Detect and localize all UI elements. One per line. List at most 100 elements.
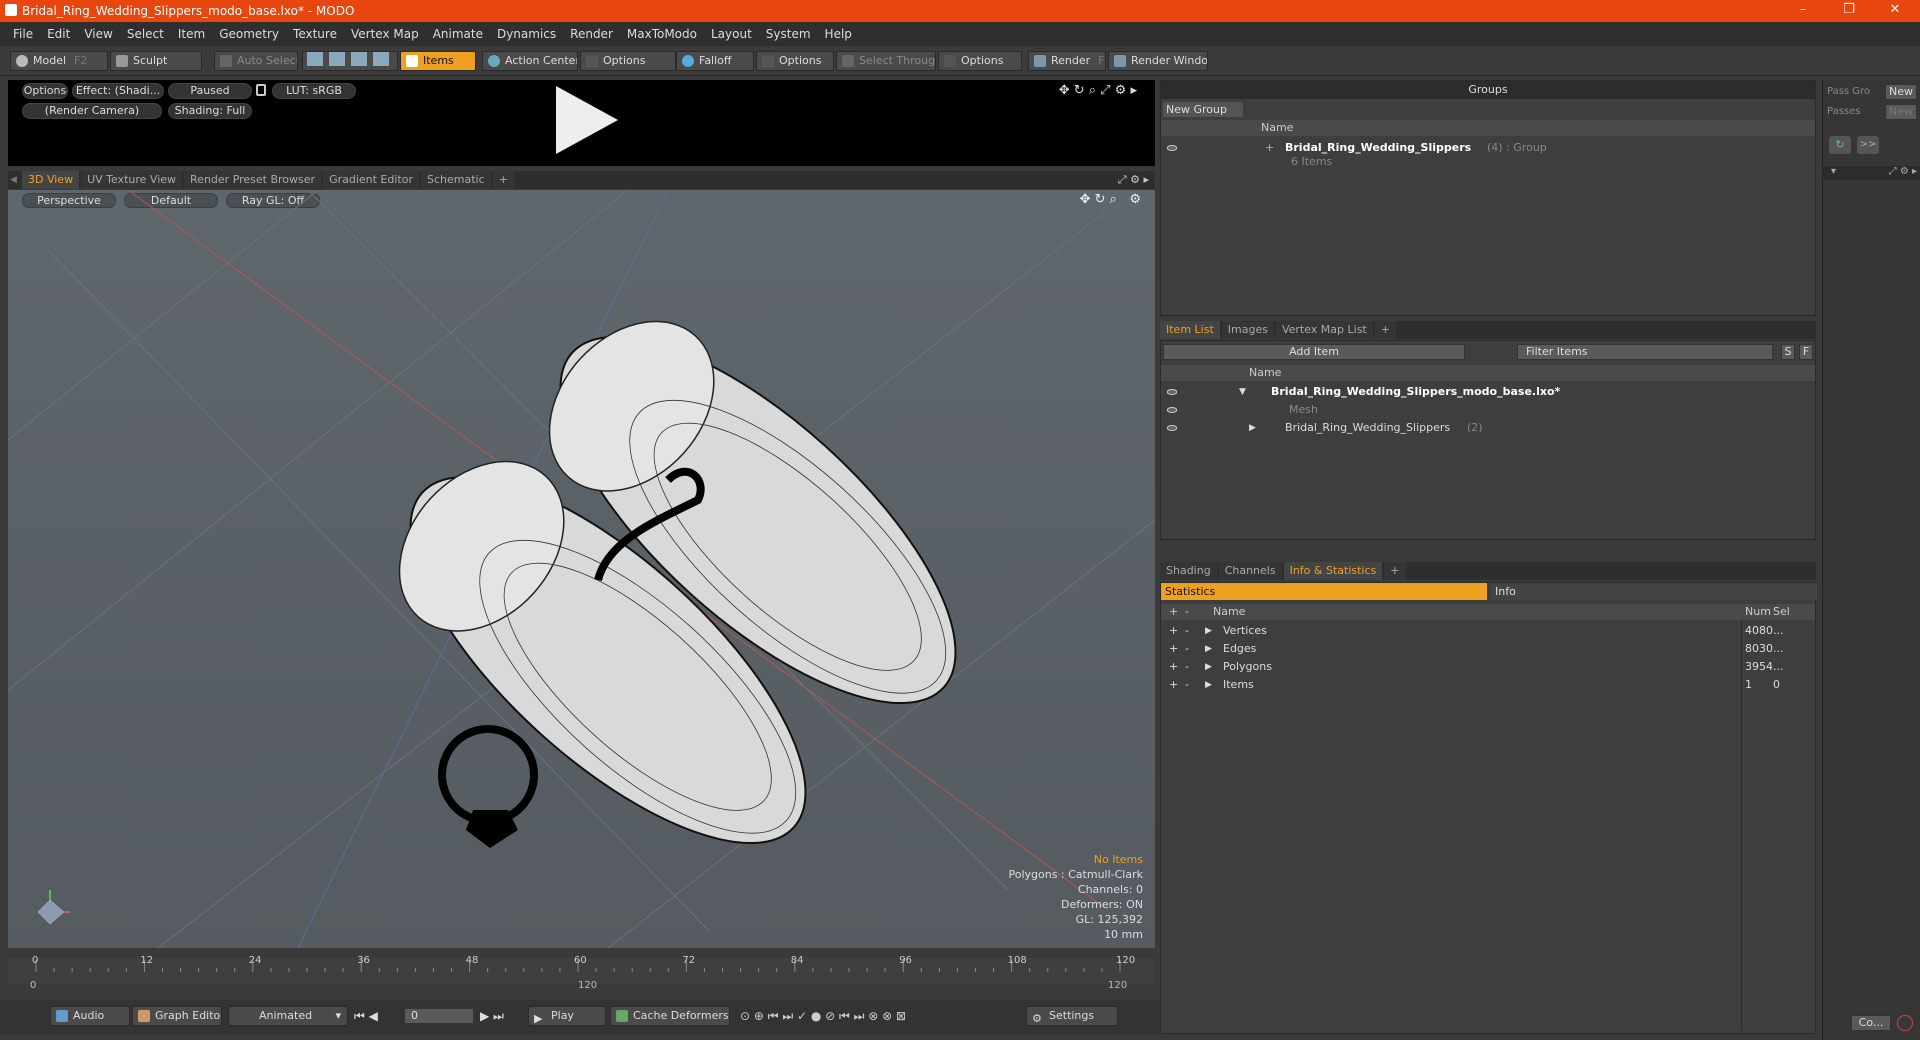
- items-mode-button[interactable]: Items: [400, 51, 476, 71]
- add-item-button[interactable]: Add Item: [1163, 344, 1465, 360]
- tab-gradient-editor[interactable]: Gradient Editor: [323, 171, 419, 189]
- expand-icon[interactable]: ▶: [1205, 658, 1212, 676]
- add-info-tab-button[interactable]: +: [1384, 562, 1406, 580]
- add-tab-button[interactable]: +: [492, 171, 514, 189]
- menu-animate[interactable]: Animate: [433, 27, 483, 41]
- new-pass-button[interactable]: New: [1885, 104, 1917, 120]
- menu-layout[interactable]: Layout: [711, 27, 752, 41]
- visibility-eye-icon[interactable]: [1167, 389, 1177, 395]
- render-button[interactable]: RenderF9: [1028, 51, 1106, 71]
- lut-dropdown[interactable]: LUT: sRGB: [272, 83, 356, 99]
- tab-schematic[interactable]: Schematic: [421, 171, 491, 189]
- list-item[interactable]: Mesh: [1161, 401, 1815, 419]
- 3d-viewport[interactable]: Perspective Default Ray GL: Off ✥ ↻ ⌕ ⚙: [8, 190, 1155, 948]
- co-button[interactable]: Co...: [1851, 1015, 1891, 1031]
- info-tab[interactable]: Info: [1491, 583, 1817, 600]
- menu-edit[interactable]: Edit: [47, 27, 70, 41]
- play-icon[interactable]: [556, 86, 618, 154]
- paused-button[interactable]: Paused: [168, 83, 252, 99]
- tab-shading[interactable]: Shading: [1160, 562, 1217, 580]
- table-row[interactable]: + - ▶ Polygons 3954 ...: [1161, 658, 1815, 676]
- tab-item-list[interactable]: Item List: [1160, 321, 1220, 339]
- list-item[interactable]: ▼ Bridal_Ring_Wedding_Slippers_modo_base…: [1161, 383, 1815, 401]
- refresh-icon[interactable]: ↻: [1829, 136, 1851, 154]
- filter-s-button[interactable]: S: [1781, 344, 1795, 360]
- tab-uv-texture-view[interactable]: UV Texture View: [81, 171, 183, 189]
- row-plus[interactable]: +: [1169, 658, 1178, 676]
- tab-render-preset-browser[interactable]: Render Preset Browser: [184, 171, 322, 189]
- visibility-eye-icon[interactable]: [1167, 145, 1177, 151]
- list-item[interactable]: ▶ Bridal_Ring_Wedding_Slippers (2): [1161, 419, 1815, 437]
- row-minus[interactable]: -: [1185, 640, 1189, 658]
- viewport-expand-icons[interactable]: ⤢ ⚙ ▸: [1118, 173, 1149, 187]
- menu-maxtomodo[interactable]: MaxToModo: [627, 27, 697, 41]
- effect-dropdown[interactable]: Effect: (Shadi...: [72, 83, 164, 99]
- row-minus[interactable]: -: [1185, 676, 1189, 694]
- preview-options-button[interactable]: Options: [22, 83, 68, 99]
- sculpt-mode-button[interactable]: Sculpt: [110, 51, 202, 71]
- table-row[interactable]: + - ▶ Items 1 0: [1161, 676, 1815, 694]
- key-tool-icons[interactable]: ⊙ ⊕ ⏮ ⏭ ✓ ● ⊘ ⏮ ⏭ ⊗ ⊗ ⊠: [740, 1009, 906, 1024]
- lock-icon[interactable]: [256, 84, 266, 96]
- menu-file[interactable]: File: [13, 27, 33, 41]
- menu-vertex-map[interactable]: Vertex Map: [351, 27, 419, 41]
- render-window-button[interactable]: Render Window: [1108, 51, 1208, 71]
- visibility-eye-icon[interactable]: [1167, 407, 1177, 413]
- action-center-options-button[interactable]: Options: [580, 51, 676, 71]
- menu-geometry[interactable]: Geometry: [219, 27, 279, 41]
- menu-dynamics[interactable]: Dynamics: [497, 27, 556, 41]
- expand-icon[interactable]: ▼: [1239, 383, 1246, 401]
- row-plus[interactable]: +: [1169, 676, 1178, 694]
- table-row[interactable]: + - ▶ Vertices 4080 ...: [1161, 622, 1815, 640]
- camera-dropdown[interactable]: (Render Camera): [22, 103, 162, 119]
- expand-icon[interactable]: +: [1265, 139, 1274, 157]
- falloff-options-button[interactable]: Options: [756, 51, 834, 71]
- minimize-button[interactable]: –: [1780, 0, 1826, 22]
- tab-channels[interactable]: Channels: [1218, 562, 1282, 580]
- audio-button[interactable]: Audio: [50, 1006, 130, 1026]
- falloff-button[interactable]: Falloff: [676, 51, 754, 71]
- expand-icon[interactable]: ▶: [1205, 622, 1212, 640]
- restore-button[interactable]: ❐: [1826, 0, 1872, 22]
- menu-help[interactable]: Help: [825, 27, 852, 41]
- new-group-button[interactable]: New Group: [1163, 102, 1243, 117]
- timeline[interactable]: 0 12 24 36 48 60 72 84 96 108 120 0 120 120: [8, 952, 1155, 992]
- filter-items-input[interactable]: Filter Items: [1517, 344, 1773, 360]
- next-key-buttons[interactable]: ▶ ⏭: [480, 1009, 504, 1024]
- cache-deformers-button[interactable]: Cache Deformers: [610, 1006, 730, 1026]
- shading-dropdown[interactable]: Shading: Full: [168, 103, 252, 119]
- tab-info-statistics[interactable]: Info & Statistics: [1283, 562, 1383, 580]
- animated-dropdown[interactable]: Animated ▾: [228, 1006, 348, 1026]
- tab-3d-view[interactable]: 3D View: [22, 171, 80, 189]
- select-through-button[interactable]: Select Through: [836, 51, 936, 71]
- tab-vertex-map-list[interactable]: Vertex Map List: [1275, 321, 1373, 339]
- prev-key-buttons[interactable]: ⏮ ◀: [354, 1009, 378, 1024]
- record-icon[interactable]: [1897, 1015, 1913, 1031]
- menu-system[interactable]: System: [766, 27, 811, 41]
- row-minus[interactable]: -: [1185, 658, 1189, 676]
- close-button[interactable]: ✕: [1872, 0, 1918, 22]
- more-button[interactable]: >>: [1857, 136, 1879, 154]
- row-minus[interactable]: -: [1185, 622, 1189, 640]
- statistics-tab[interactable]: Statistics: [1161, 583, 1487, 600]
- action-center-button[interactable]: Action Center: [482, 51, 578, 71]
- expand-icon[interactable]: ▶: [1205, 640, 1212, 658]
- menu-view[interactable]: View: [84, 27, 112, 41]
- preview-nav-icons[interactable]: ✥ ↻ ⌕ ⤢ ⚙ ▸: [1059, 83, 1137, 98]
- settings-button[interactable]: ⚙ Settings: [1026, 1006, 1118, 1026]
- row-plus[interactable]: +: [1169, 622, 1178, 640]
- select-through-options-button[interactable]: Options: [938, 51, 1022, 71]
- tab-menu-icon[interactable]: ◀: [8, 175, 22, 185]
- model-mode-button[interactable]: Model F2: [10, 51, 108, 71]
- frame-input[interactable]: 0: [404, 1008, 474, 1024]
- graph-editor-button[interactable]: Graph Editor: [132, 1006, 222, 1026]
- menu-render[interactable]: Render: [570, 27, 613, 41]
- selection-mode-buttons[interactable]: [302, 51, 398, 71]
- new-pass-group-button[interactable]: New: [1885, 84, 1917, 100]
- table-row[interactable]: + - ▶ Edges 8030 ...: [1161, 640, 1815, 658]
- row-plus[interactable]: +: [1169, 640, 1178, 658]
- menu-texture[interactable]: Texture: [293, 27, 337, 41]
- play-button[interactable]: ▶ Play: [528, 1006, 606, 1026]
- add-itemlist-tab-button[interactable]: +: [1374, 321, 1396, 339]
- tab-images[interactable]: Images: [1221, 321, 1274, 339]
